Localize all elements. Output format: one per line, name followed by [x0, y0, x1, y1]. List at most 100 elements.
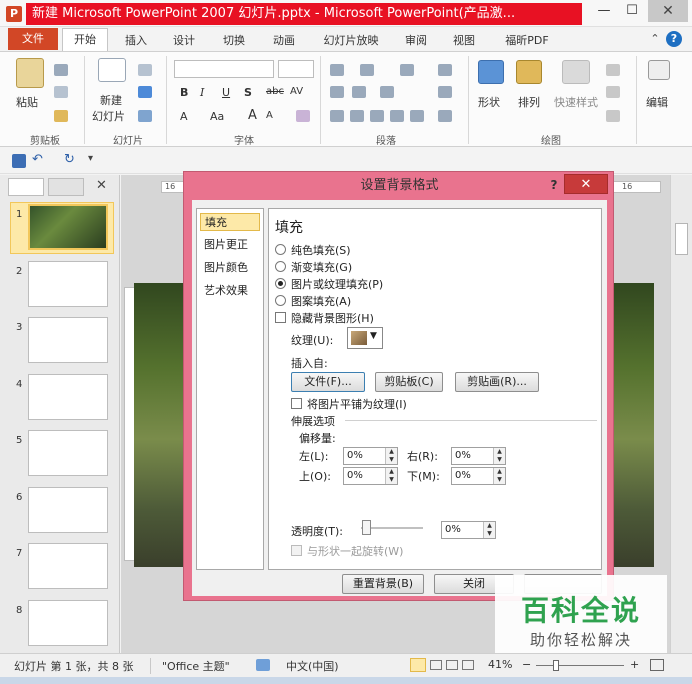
- pattern-fill-radio[interactable]: [275, 295, 286, 306]
- gradient-fill-label[interactable]: 渐变填充(G): [291, 259, 352, 275]
- align-text-icon[interactable]: [438, 86, 452, 98]
- font-color-button[interactable]: A: [180, 110, 188, 123]
- slide-thumbnail-2[interactable]: [28, 261, 108, 307]
- panel-close-icon[interactable]: ✕: [96, 178, 107, 193]
- tab-transitions[interactable]: 切换: [216, 31, 252, 51]
- solid-fill-radio[interactable]: [275, 244, 286, 255]
- tab-design[interactable]: 设计: [166, 31, 202, 51]
- editing-button-label[interactable]: 编辑: [646, 94, 668, 110]
- slide-thumbnail-1[interactable]: [28, 204, 108, 250]
- tab-animations[interactable]: 动画: [266, 31, 302, 51]
- align-right-icon[interactable]: [370, 110, 384, 122]
- shapes-icon[interactable]: [478, 60, 504, 84]
- picture-fill-label[interactable]: 图片或纹理填充(P): [291, 276, 383, 292]
- texture-dropdown[interactable]: ▼: [347, 327, 383, 349]
- picture-fill-radio[interactable]: [275, 278, 286, 289]
- line-spacing-icon[interactable]: [400, 64, 414, 76]
- rotate-with-shape-label[interactable]: 与形状一起旋转(W): [307, 543, 403, 559]
- shape-outline-icon[interactable]: [606, 86, 620, 98]
- new-slide-icon[interactable]: [98, 58, 126, 82]
- shapes-button-label[interactable]: 形状: [478, 94, 500, 110]
- new-slide-label-2[interactable]: 幻灯片: [92, 108, 125, 124]
- redo-icon[interactable]: ↻: [64, 152, 75, 167]
- shape-effects-icon[interactable]: [606, 110, 620, 122]
- gradient-fill-radio[interactable]: [275, 261, 286, 272]
- layout-icon[interactable]: [138, 64, 152, 76]
- tab-file[interactable]: 文件: [8, 28, 58, 50]
- insert-clipart-button[interactable]: 剪贴画(R)...: [455, 372, 539, 392]
- tab-view[interactable]: 视图: [446, 31, 482, 51]
- tab-insert[interactable]: 插入: [118, 31, 154, 51]
- columns-icon[interactable]: [380, 86, 394, 98]
- spin-arrows-icon[interactable]: ▲ ▼: [385, 468, 397, 484]
- offset-right-input[interactable]: 0% ▲ ▼: [451, 447, 506, 465]
- hide-background-label[interactable]: 隐藏背景图形(H): [291, 310, 374, 326]
- format-painter-icon[interactable]: [54, 110, 68, 122]
- help-icon[interactable]: ?: [666, 31, 682, 47]
- smartart-icon[interactable]: [438, 110, 452, 122]
- offset-left-input[interactable]: 0% ▲ ▼: [343, 447, 398, 465]
- tab-foxit-pdf[interactable]: 福昕PDF: [496, 31, 558, 51]
- quick-styles-icon[interactable]: [562, 60, 590, 84]
- paste-button-label[interactable]: 粘贴: [16, 94, 38, 110]
- powerpoint-app-icon[interactable]: P: [6, 6, 22, 22]
- slide-sorter-view-icon[interactable]: [430, 660, 442, 670]
- zoom-out-button[interactable]: −: [522, 658, 531, 671]
- bold-button[interactable]: B: [180, 86, 188, 99]
- transparency-input[interactable]: 0% ▲ ▼: [441, 521, 496, 539]
- numbering-icon[interactable]: [360, 64, 374, 76]
- reading-view-icon[interactable]: [446, 660, 458, 670]
- font-name-dropdown[interactable]: [174, 60, 274, 78]
- solid-fill-label[interactable]: 纯色填充(S): [291, 242, 351, 258]
- change-case-button[interactable]: Aa: [210, 110, 224, 123]
- reset-icon[interactable]: [138, 86, 152, 98]
- category-picture-corrections[interactable]: 图片更正: [200, 236, 260, 254]
- spin-arrows-icon[interactable]: ▲ ▼: [493, 468, 505, 484]
- normal-view-icon[interactable]: [410, 658, 426, 672]
- increase-indent-icon[interactable]: [352, 86, 366, 98]
- tab-slideshow[interactable]: 幻灯片放映: [316, 31, 386, 51]
- outline-tab[interactable]: [48, 178, 84, 196]
- tab-home[interactable]: 开始: [62, 28, 108, 52]
- zoom-slider-thumb[interactable]: [553, 660, 559, 671]
- dialog-help-button[interactable]: ?: [546, 176, 562, 194]
- text-direction-icon[interactable]: [438, 64, 452, 76]
- decrease-indent-icon[interactable]: [330, 86, 344, 98]
- section-icon[interactable]: [138, 110, 152, 122]
- slide-thumbnail-4[interactable]: [28, 374, 108, 420]
- align-left-icon[interactable]: [330, 110, 344, 122]
- clear-format-icon[interactable]: [296, 110, 310, 122]
- slideshow-view-icon[interactable]: [462, 660, 474, 670]
- justify-icon[interactable]: [390, 110, 404, 122]
- restore-button[interactable]: ☐: [618, 0, 646, 22]
- copy-icon[interactable]: [54, 86, 68, 98]
- dialog-close-button[interactable]: ✕: [564, 174, 608, 194]
- zoom-slider-track[interactable]: [536, 665, 624, 666]
- zoom-in-button[interactable]: +: [630, 658, 639, 671]
- shape-fill-icon[interactable]: [606, 64, 620, 76]
- offset-bottom-input[interactable]: 0% ▲ ▼: [451, 467, 506, 485]
- tab-review[interactable]: 审阅: [398, 31, 434, 51]
- new-slide-label[interactable]: 新建: [100, 92, 122, 108]
- slide-thumbnail-8[interactable]: [28, 600, 108, 646]
- language-status[interactable]: 中文(中国): [286, 658, 339, 674]
- grow-font-button[interactable]: A: [248, 108, 257, 123]
- arrange-button-label[interactable]: 排列: [518, 94, 540, 110]
- spin-arrows-icon[interactable]: ▲ ▼: [493, 448, 505, 464]
- slide-thumbnail-3[interactable]: [28, 317, 108, 363]
- scrollbar-thumb[interactable]: [675, 223, 688, 255]
- strikethrough-button[interactable]: abc: [266, 86, 284, 97]
- undo-icon[interactable]: ↶: [32, 152, 43, 167]
- collapse-ribbon-icon[interactable]: ⌃: [648, 31, 662, 47]
- pattern-fill-label[interactable]: 图案填充(A): [291, 293, 351, 309]
- category-artistic-effects[interactable]: 艺术效果: [200, 282, 260, 300]
- slide-thumbnail-5[interactable]: [28, 430, 108, 476]
- paste-icon[interactable]: [16, 58, 44, 88]
- find-icon[interactable]: [648, 60, 670, 80]
- hide-background-checkbox[interactable]: [275, 312, 286, 323]
- zoom-level[interactable]: 41%: [488, 658, 512, 671]
- slides-tab[interactable]: [8, 178, 44, 196]
- shadow-button[interactable]: S: [244, 86, 252, 99]
- slide-thumbnail-7[interactable]: [28, 543, 108, 589]
- insert-clipboard-button[interactable]: 剪贴板(C): [375, 372, 443, 392]
